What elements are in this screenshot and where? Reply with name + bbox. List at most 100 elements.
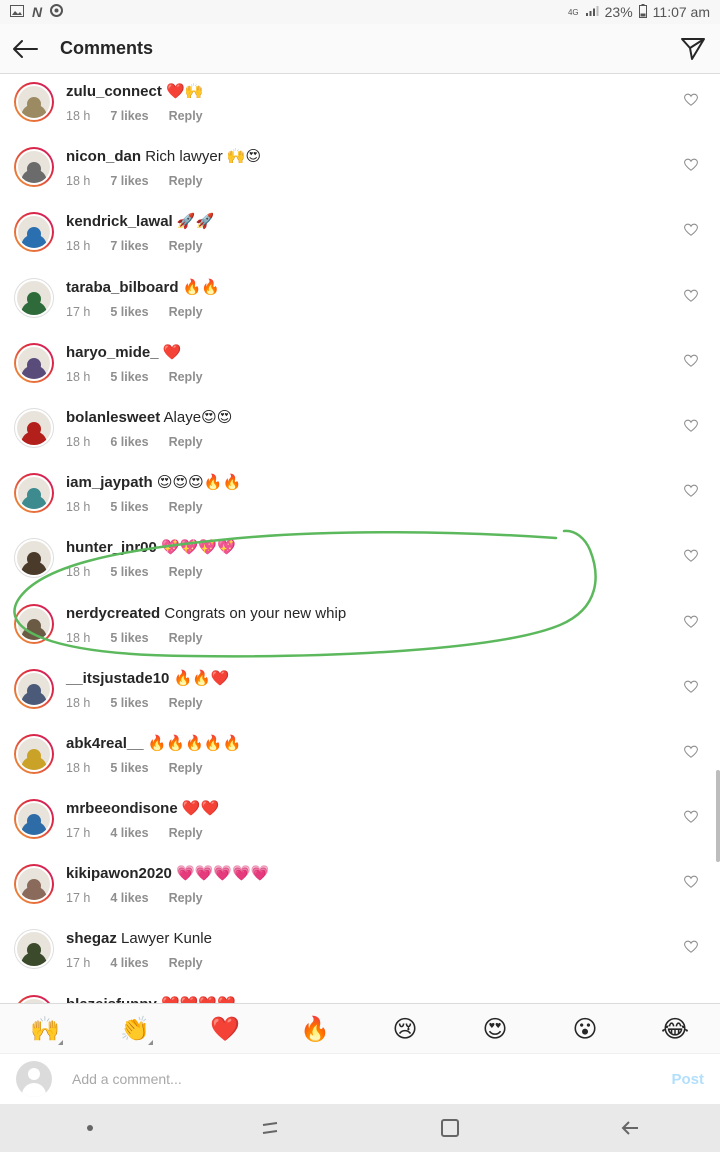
heart-outline-icon[interactable] [684,810,698,824]
comment-username[interactable]: zulu_connect [66,83,162,100]
heart-outline-icon[interactable] [684,93,698,107]
reaction-emoji-button[interactable]: 😍 [475,1009,515,1049]
heart-outline-icon[interactable] [684,223,698,237]
reply-button[interactable]: Reply [169,761,203,775]
avatar[interactable] [14,212,54,253]
comment-likes[interactable]: 4 likes [110,891,148,905]
comment-row[interactable]: __itsjustade10 🔥🔥❤️ 18 h 5 likes Reply [0,662,720,727]
comment-row[interactable]: taraba_bilboard 🔥🔥 17 h 5 likes Reply [0,271,720,336]
home-button[interactable] [420,1108,480,1148]
comment-likes[interactable]: 7 likes [110,109,148,123]
comment-row[interactable]: kikipawon2020 💗💗💗💗💗 17 h 4 likes Reply [0,857,720,922]
comment-username[interactable]: shegaz [66,930,117,947]
comment-likes[interactable]: 5 likes [110,370,148,384]
comment-row[interactable]: mrbeeondisone ❤️❤️ 17 h 4 likes Reply [0,792,720,857]
comment-username[interactable]: __itsjustade10 [66,670,169,687]
reaction-emoji-button[interactable]: 🔥 [295,1009,335,1049]
comment-username[interactable]: nerdycreated [66,605,160,622]
comment-row[interactable]: shegaz Lawyer Kunle 17 h 4 likes Reply [0,922,720,987]
heart-outline-icon[interactable] [684,745,698,759]
reaction-emoji-button[interactable]: 😢 [385,1009,425,1049]
heart-outline-icon[interactable] [684,549,698,563]
comment-row[interactable]: blazeisfunny ❤️❤️❤️❤️ [0,988,720,1003]
avatar[interactable] [14,668,54,709]
reply-button[interactable]: Reply [169,305,203,319]
share-direct-button[interactable] [668,24,718,74]
comment-likes[interactable]: 5 likes [110,696,148,710]
avatar[interactable] [14,147,54,188]
comment-username[interactable]: mrbeeondisone [66,800,178,817]
scrollbar[interactable] [716,770,720,862]
nav-dot-button[interactable] [60,1108,120,1148]
reply-button[interactable]: Reply [169,435,203,449]
comment-likes[interactable]: 5 likes [110,305,148,319]
comment-likes[interactable]: 5 likes [110,631,148,645]
avatar[interactable] [14,799,54,840]
comment-row[interactable]: hunter_jnr00 💖💖💖💖 18 h 5 likes Reply [0,531,720,596]
reaction-emoji-button[interactable]: 👏 [115,1009,155,1049]
comment-row[interactable]: abk4real__ 🔥🔥🔥🔥🔥 18 h 5 likes Reply [0,727,720,792]
comment-likes[interactable]: 5 likes [110,500,148,514]
comment-username[interactable]: kendrick_lawal [66,213,173,230]
reaction-emoji-button[interactable]: 😂 [655,1009,695,1049]
heart-outline-icon[interactable] [684,615,698,629]
reply-button[interactable]: Reply [169,370,203,384]
comment-username[interactable]: haryo_mide_ [66,344,159,361]
avatar[interactable] [14,277,54,318]
heart-outline-icon[interactable] [684,940,698,954]
comment-likes[interactable]: 6 likes [110,435,148,449]
comment-row[interactable]: zulu_connect ❤️🙌 18 h 7 likes Reply [0,75,720,140]
avatar[interactable] [14,407,54,448]
comment-likes[interactable]: 5 likes [110,565,148,579]
heart-outline-icon[interactable] [684,289,698,303]
avatar[interactable] [14,342,54,383]
comment-likes[interactable]: 4 likes [110,956,148,970]
comment-likes[interactable]: 7 likes [110,174,148,188]
heart-outline-icon[interactable] [684,484,698,498]
reply-button[interactable]: Reply [169,891,203,905]
reaction-emoji-button[interactable]: 🙌 [25,1009,65,1049]
back-button[interactable] [0,24,50,74]
reaction-emoji-button[interactable]: ❤️ [205,1009,245,1049]
reply-button[interactable]: Reply [169,174,203,188]
comment-row[interactable]: iam_jaypath 😍😍😍🔥🔥 18 h 5 likes Reply [0,466,720,531]
heart-outline-icon[interactable] [684,875,698,889]
reply-button[interactable]: Reply [169,696,203,710]
avatar[interactable] [14,538,54,579]
reaction-emoji-button[interactable]: 😮 [565,1009,605,1049]
comment-username[interactable]: blazeisfunny [66,996,157,1003]
avatar[interactable] [14,864,54,905]
heart-outline-icon[interactable] [684,158,698,172]
comment-row[interactable]: nerdycreated Congrats on your new whip 1… [0,597,720,662]
comment-list[interactable]: zulu_connect ❤️🙌 18 h 7 likes Reply nico… [0,75,720,1003]
reply-button[interactable]: Reply [169,631,203,645]
avatar[interactable] [14,733,54,774]
comment-username[interactable]: taraba_bilboard [66,279,179,296]
comment-username[interactable]: iam_jaypath [66,474,153,491]
comment-username[interactable]: hunter_jnr00 [66,539,157,556]
heart-outline-icon[interactable] [684,354,698,368]
post-button[interactable]: Post [671,1071,704,1088]
comment-username[interactable]: abk4real__ [66,735,144,752]
comment-username[interactable]: bolanlesweet [66,409,160,426]
heart-outline-icon[interactable] [684,680,698,694]
reply-button[interactable]: Reply [169,826,203,840]
comment-row[interactable]: haryo_mide_ ❤️ 18 h 5 likes Reply [0,336,720,401]
reply-button[interactable]: Reply [169,956,203,970]
reply-button[interactable]: Reply [169,500,203,514]
recents-button[interactable] [240,1108,300,1148]
avatar[interactable] [14,82,54,122]
avatar[interactable] [14,473,54,514]
avatar[interactable] [14,929,54,970]
comment-row[interactable]: bolanlesweet Alaye😍😍 18 h 6 likes Reply [0,401,720,466]
comment-row[interactable]: nicon_dan Rich lawyer 🙌😍 18 h 7 likes Re… [0,140,720,205]
reply-button[interactable]: Reply [169,109,203,123]
comment-likes[interactable]: 7 likes [110,239,148,253]
avatar[interactable] [14,603,54,644]
comment-username[interactable]: nicon_dan [66,148,141,165]
comment-input[interactable] [72,1071,672,1087]
reply-button[interactable]: Reply [169,239,203,253]
comment-likes[interactable]: 5 likes [110,761,148,775]
reply-button[interactable]: Reply [169,565,203,579]
comment-username[interactable]: kikipawon2020 [66,865,172,882]
